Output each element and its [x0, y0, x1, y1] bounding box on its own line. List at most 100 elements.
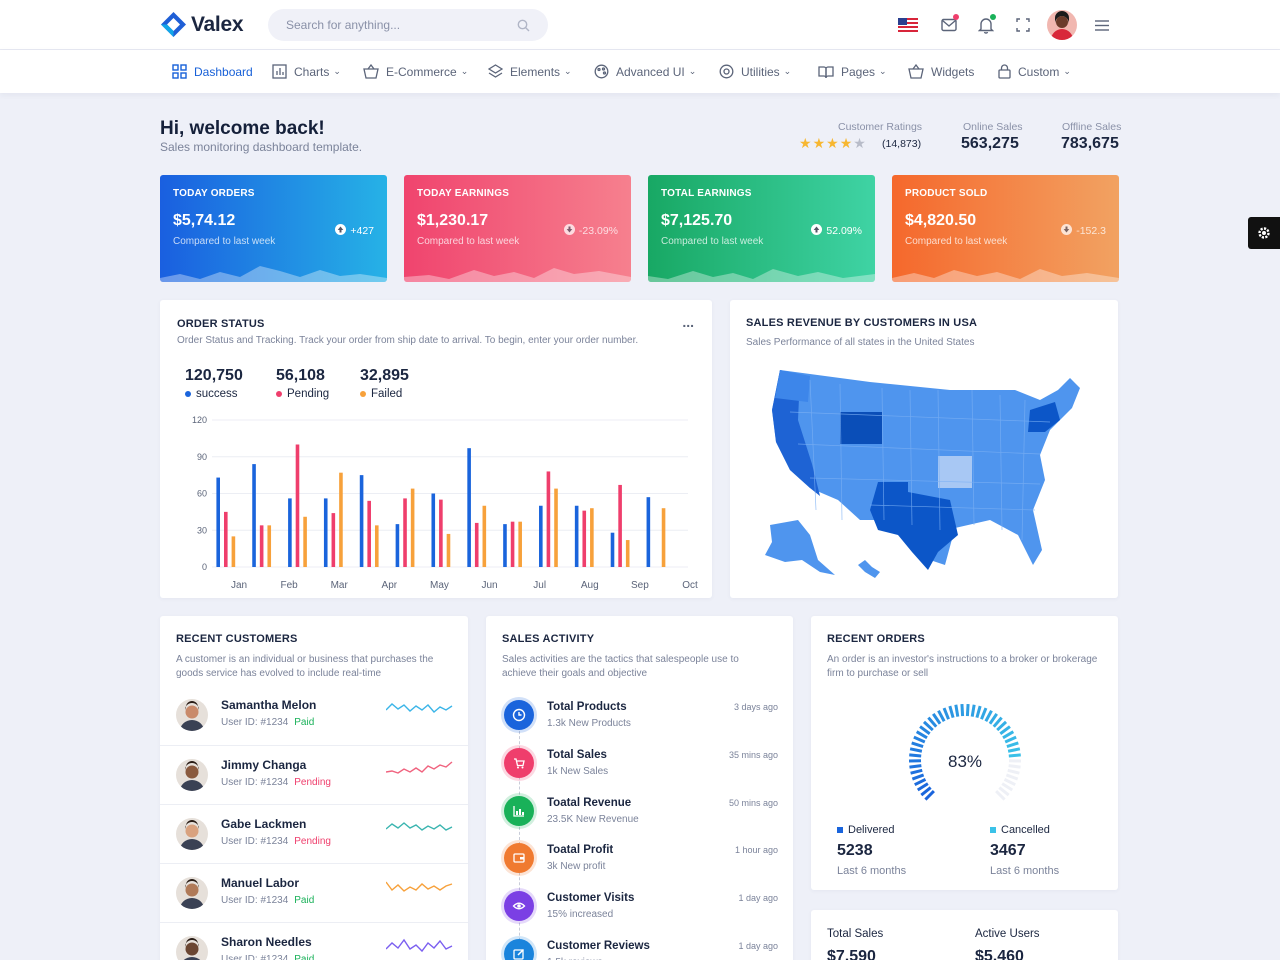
kpi-today-earnings[interactable]: TODAY EARNINGS $1,230.17 Compared to las…	[404, 175, 631, 282]
kpi-change: -152.3	[1061, 224, 1106, 238]
bar-failed[interactable]	[231, 536, 236, 567]
bar-success[interactable]	[288, 498, 292, 567]
activity-item[interactable]: Customer Visits 15% increased 1 day ago	[486, 885, 793, 933]
ratings-label: Customer Ratings	[838, 121, 923, 133]
gauge-tick	[1003, 778, 1016, 787]
bar-pending[interactable]	[403, 498, 407, 567]
settings-toggle[interactable]	[1248, 217, 1280, 249]
order-status-chart: 0 30 60 90 120 Jan Feb Mar Apr May Jun Jul Aug Sep Oct	[192, 415, 698, 591]
customer-row[interactable]: Manuel Labor User ID: #1234 Paid	[160, 863, 468, 921]
x-tick-label: Sep	[631, 580, 649, 591]
nav-dashboard-label: Dashboard	[194, 64, 253, 79]
bar-success[interactable]	[323, 498, 328, 567]
bar-success[interactable]	[610, 532, 615, 567]
bar-success[interactable]	[467, 448, 471, 567]
bar-failed[interactable]	[590, 508, 594, 567]
bar-success[interactable]	[216, 477, 220, 567]
activity-item[interactable]: Total Sales 1k New Sales 35 mins ago	[486, 742, 793, 790]
bar-pending[interactable]	[331, 513, 336, 567]
bar-success[interactable]	[431, 493, 436, 568]
kpi-change: +427	[335, 224, 374, 238]
customer-row[interactable]: Samantha Melon User ID: #1234 Paid	[160, 686, 468, 744]
activity-item[interactable]: Total Products 1.3k New Products 3 days ag…	[486, 694, 793, 742]
customer-row[interactable]: Sharon Needles User ID: #1234 Paid	[160, 922, 468, 960]
pending-count: 56,108	[276, 367, 325, 384]
nav-charts[interactable]: Charts ⌄	[272, 50, 341, 93]
app-logo[interactable]: Valex	[160, 11, 244, 38]
usa-map[interactable]	[750, 360, 1100, 585]
clock-icon	[504, 700, 534, 730]
activity-item[interactable]: Toatal Revenue 23.5K New Revenue 50 mins a…	[486, 790, 793, 838]
nav-ecommerce[interactable]: E-Commerce ⌄	[363, 50, 468, 93]
nav-widgets[interactable]: Widgets	[908, 50, 974, 93]
chevron-down-icon: ⌄	[783, 66, 792, 76]
bar-success[interactable]	[574, 505, 579, 567]
nav-charts-label: Charts	[294, 64, 330, 79]
bar-pending[interactable]	[582, 510, 587, 567]
bar-failed[interactable]	[482, 505, 487, 567]
cart-icon	[504, 747, 534, 778]
bell-icon[interactable]	[973, 12, 999, 38]
search-icon[interactable]	[517, 19, 530, 32]
bar-success[interactable]	[503, 524, 507, 567]
bar-success[interactable]	[646, 497, 651, 567]
chevron-down-icon: ⌄	[564, 66, 572, 76]
nav-dashboard[interactable]: Dashboard	[172, 50, 253, 93]
nav-custom[interactable]: Custom ⌄	[998, 50, 1071, 93]
search-box[interactable]	[268, 9, 548, 41]
x-tick-label: Aug	[581, 580, 599, 591]
main-navigation: Dashboard Charts ⌄ E-Commerce ⌄ Elements…	[0, 50, 1280, 93]
user-avatar[interactable]	[1047, 10, 1077, 40]
nav-utilities[interactable]: Utilities ⌄	[719, 50, 791, 93]
x-tick-label: Oct	[682, 580, 698, 591]
bar-failed[interactable]	[625, 540, 630, 567]
bar-failed[interactable]	[339, 472, 343, 567]
mail-icon[interactable]	[936, 12, 962, 38]
nav-pages[interactable]: Pages ⌄	[818, 50, 887, 93]
kpi-product-sold[interactable]: PRODUCT SOLD $4,820.50 Compared to last …	[892, 175, 1119, 282]
bar-success[interactable]	[539, 505, 543, 567]
search-input[interactable]	[286, 18, 517, 32]
menu-icon[interactable]	[1089, 12, 1115, 38]
bar-pending[interactable]	[439, 499, 443, 567]
customer-row[interactable]: Gabe Lackmen User ID: #1234 Pending	[160, 804, 468, 862]
bar-pending[interactable]	[367, 500, 371, 567]
sales-revenue-map-card: SALES REVENUE BY CUSTOMERS IN USA Sales …	[730, 300, 1118, 598]
kpi-total-earnings[interactable]: TOTAL EARNINGS $7,125.70 Compared to las…	[648, 175, 875, 282]
customer-id: User ID: #1234 Paid	[221, 895, 315, 906]
activity-item[interactable]: Toatal Profit 3k New profit 1 hour ago	[486, 837, 793, 885]
bar-success[interactable]	[359, 475, 364, 567]
kpi-today-orders[interactable]: TODAY ORDERS $5,74.12 Compared to last w…	[160, 175, 387, 282]
bar-failed[interactable]	[374, 525, 379, 567]
more-options-icon[interactable]: ...	[682, 314, 694, 330]
nav-advanced-ui[interactable]: Advanced UI ⌄	[594, 50, 696, 93]
fullscreen-icon[interactable]	[1010, 12, 1036, 38]
bar-pending[interactable]	[295, 444, 300, 568]
us-flag-icon[interactable]	[895, 12, 921, 38]
bar-pending[interactable]	[474, 522, 479, 567]
nav-elements[interactable]: Elements ⌄	[488, 50, 572, 93]
rating-stars: ★ ★ ★ ★ ★	[799, 135, 866, 152]
bar-failed[interactable]	[303, 516, 307, 567]
bar-failed[interactable]	[267, 525, 272, 567]
bar-failed[interactable]	[446, 533, 451, 567]
layers-icon	[488, 64, 503, 78]
wyoming-shape	[840, 412, 882, 444]
bar-failed[interactable]	[661, 508, 666, 567]
recent-customers-subtitle: A customer is an individual or business …	[176, 654, 434, 679]
activity-item[interactable]: Customer Reviews1.5k reviews1 day ago	[486, 933, 793, 960]
chart-icon	[504, 795, 534, 826]
kpi-title: TOTAL EARNINGS	[661, 188, 752, 199]
customer-row[interactable]: Jimmy Changa User ID: #1234 Pending	[160, 745, 468, 803]
bar-failed[interactable]	[554, 488, 558, 567]
bar-pending[interactable]	[510, 521, 515, 567]
bar-pending[interactable]	[259, 525, 264, 567]
bar-failed[interactable]	[410, 488, 415, 567]
bar-success[interactable]	[395, 524, 400, 567]
bar-pending[interactable]	[546, 471, 551, 567]
star-icon: ★	[839, 135, 853, 151]
bar-pending[interactable]	[618, 484, 622, 567]
bar-failed[interactable]	[518, 521, 522, 567]
bar-success[interactable]	[252, 464, 256, 567]
bar-pending[interactable]	[224, 511, 228, 567]
